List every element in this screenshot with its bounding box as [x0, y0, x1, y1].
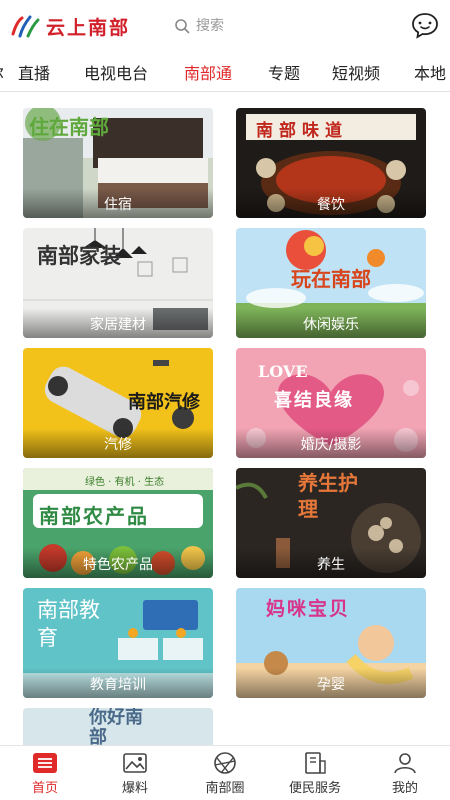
tab-live[interactable]: 直播 — [18, 60, 84, 84]
card-wedding[interactable]: LOVE 喜结良缘 婚庆/摄影 — [236, 348, 426, 458]
maternity-art-text: 妈咪宝贝 — [266, 598, 351, 620]
search-input[interactable] — [196, 18, 356, 34]
card-dining[interactable]: 南部味道 餐饮 — [236, 108, 426, 218]
wedding-art-text: 喜结良缘 — [274, 390, 354, 411]
wellness-art-text: 养生护理 — [298, 471, 358, 521]
user-icon — [394, 752, 416, 773]
nav-report[interactable]: 爆料 — [90, 746, 180, 800]
card-lodging[interactable]: 住在南部 住宿 — [23, 108, 213, 218]
lodging-art-text: 住在南部 — [29, 115, 109, 139]
app-screen: 云上南部 尔 直播 电视电台 南部通 专题 短视频 本地 — [0, 0, 450, 800]
tab-partial-left[interactable]: 尔 — [0, 60, 18, 84]
card-label-farm-products: 特色农产品 — [23, 548, 213, 578]
brand-name: 云上南部 — [46, 16, 131, 39]
card-label-dining: 餐饮 — [236, 188, 426, 218]
nav-report-label: 爆料 — [121, 780, 148, 796]
card-leisure[interactable]: 玩在南部 休闲娱乐 — [236, 228, 426, 338]
card-home-building[interactable]: 南部家装 家居建材 — [23, 228, 213, 338]
tab-topics[interactable]: 专题 — [268, 60, 332, 84]
tab-tv-radio[interactable]: 电视电台 — [84, 60, 184, 84]
card-label-maternity: 孕婴 — [236, 668, 426, 698]
auto-art-text: 南部汽修 — [128, 392, 200, 413]
card-label-wedding: 婚庆/摄影 — [236, 428, 426, 458]
dining-art-text: 南部味道 — [256, 121, 348, 141]
image-report-icon — [123, 752, 147, 773]
nav-service[interactable]: 便民服务 — [270, 746, 360, 800]
card-education[interactable]: 南部教育 教育培训 — [23, 588, 213, 698]
card-farm-products[interactable]: 绿色 · 有机 · 生态 南部农产品 特色农产品 — [23, 468, 213, 578]
nav-home[interactable]: 首页 — [0, 746, 90, 800]
service-icon — [305, 751, 326, 774]
home-art-text: 南部家装 — [37, 243, 121, 268]
search-bar[interactable] — [174, 11, 384, 41]
chat-icon[interactable] — [410, 11, 440, 41]
tab-local[interactable]: 本地 — [414, 60, 450, 84]
farm-art-subtext: 绿色 · 有机 · 生态 — [85, 477, 165, 488]
home-icon — [33, 752, 57, 773]
aperture-icon — [214, 751, 236, 774]
card-label-home-building: 家居建材 — [23, 308, 213, 338]
card-label-wellness: 养生 — [236, 548, 426, 578]
nav-home-label: 首页 — [31, 780, 58, 796]
card-wellness[interactable]: 养生护理 养生 — [236, 468, 426, 578]
card-label-lodging: 住宿 — [23, 188, 213, 218]
tab-short-video[interactable]: 短视频 — [332, 60, 414, 84]
tab-nanbutong[interactable]: 南部通 — [184, 60, 268, 84]
top-header: 云上南部 — [0, 0, 450, 52]
service-grid: 住在南部 住宿 南部味道 餐饮 南部家装 家居建材 玩在南部 休闲娱乐 南部汽修… — [0, 100, 450, 745]
card-auto-repair[interactable]: 南部汽修 汽修 — [23, 348, 213, 458]
bottom-nav: 首页 爆料 南部圈 便民服务 我的 — [0, 745, 450, 800]
nav-circle-label: 南部圈 — [205, 780, 245, 796]
nav-service-label: 便民服务 — [288, 780, 341, 796]
wedding-art-en: LOVE — [258, 362, 308, 381]
channel-tabs: 尔 直播 电视电台 南部通 专题 短视频 本地 — [0, 52, 450, 92]
nav-mine[interactable]: 我的 — [360, 746, 450, 800]
card-label-auto-repair: 汽修 — [23, 428, 213, 458]
farm-art-text: 南部农产品 — [39, 504, 149, 528]
card-hello-nanbu[interactable]: 你好南部 — [23, 708, 213, 745]
hello-art-text: 你好南部 — [89, 708, 143, 745]
brand-logo[interactable]: 云上南部 — [10, 13, 160, 40]
card-label-leisure: 休闲娱乐 — [236, 308, 426, 338]
nav-circle[interactable]: 南部圈 — [180, 746, 270, 800]
card-maternity[interactable]: 妈咪宝贝 孕婴 — [236, 588, 426, 698]
nav-mine-label: 我的 — [391, 780, 418, 796]
leisure-art-text: 玩在南部 — [291, 267, 371, 291]
brand-mark-icon — [11, 15, 40, 38]
card-label-education: 教育培训 — [23, 668, 213, 698]
search-icon — [175, 19, 190, 34]
education-art-text: 南部教育 — [37, 598, 100, 650]
